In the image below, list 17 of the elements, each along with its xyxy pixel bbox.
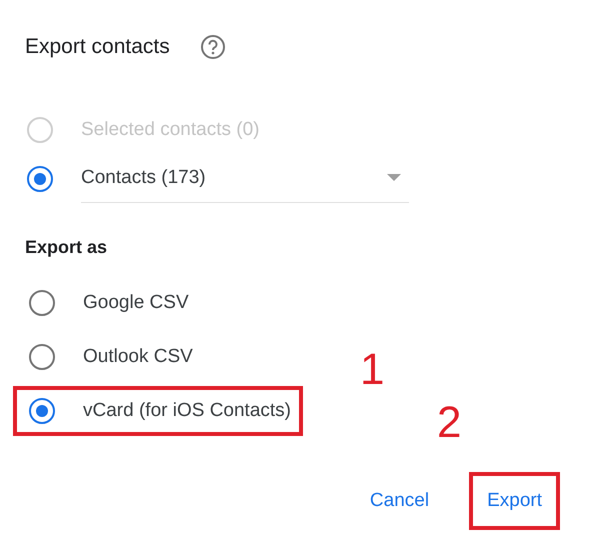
option-label: Selected contacts (0) bbox=[81, 118, 260, 140]
radio-button[interactable] bbox=[29, 290, 55, 316]
section-heading: Export as bbox=[25, 237, 108, 258]
radio-button[interactable] bbox=[27, 166, 53, 192]
dialog-button[interactable]: Cancel bbox=[366, 484, 434, 518]
caret-icon bbox=[387, 174, 401, 182]
option-label: Google CSV bbox=[83, 292, 189, 314]
option-label: vCard (for iOS Contacts) bbox=[83, 400, 291, 422]
radio-button[interactable] bbox=[29, 344, 55, 370]
step-number: 2 bbox=[437, 398, 462, 448]
dialog-title: Export contacts bbox=[25, 35, 170, 59]
step-number: 1 bbox=[360, 345, 384, 395]
option-label: Outlook CSV bbox=[83, 346, 193, 368]
contacts-dropdown[interactable]: Contacts (173) bbox=[81, 154, 409, 202]
dialog-button[interactable]: Export bbox=[483, 484, 546, 518]
help-icon[interactable] bbox=[200, 34, 226, 60]
radio-button[interactable] bbox=[29, 398, 55, 424]
